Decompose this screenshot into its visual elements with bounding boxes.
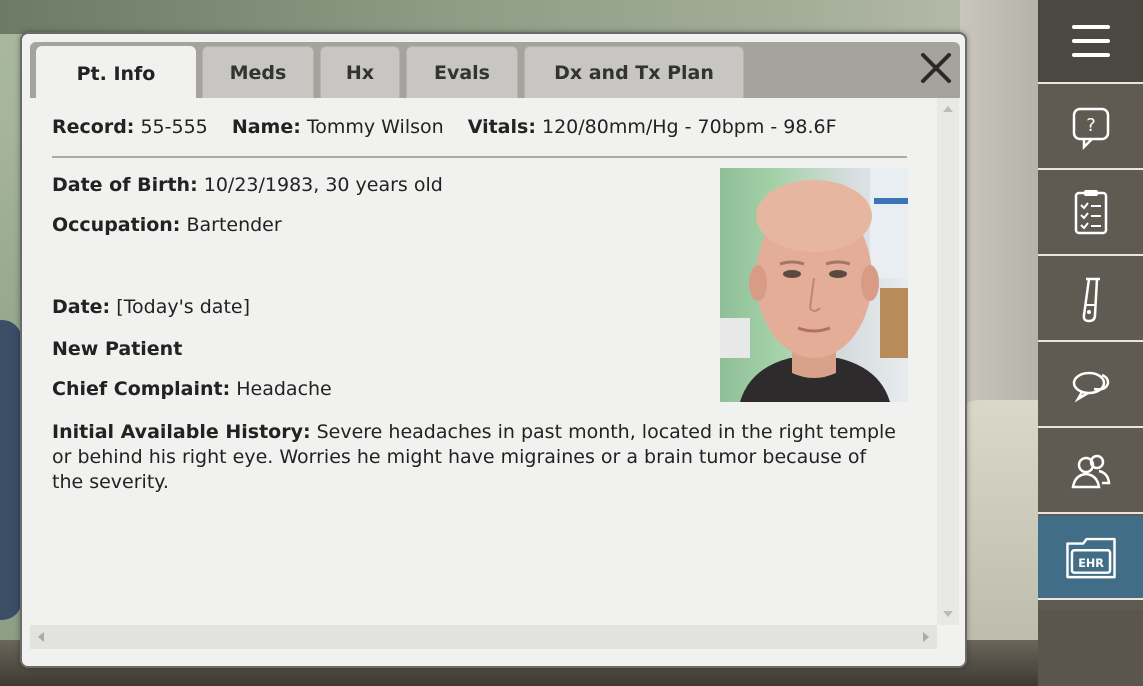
- menu-icon: [1071, 25, 1110, 57]
- test-tube-icon: [1082, 277, 1100, 323]
- date-row: Date: [Today's date]: [52, 296, 250, 318]
- tab-bar: Pt. Info Meds Hx Evals Dx and Tx Plan: [30, 42, 960, 100]
- vitals-label: Vitals:: [467, 116, 536, 138]
- ehr-label: EHR: [1078, 557, 1104, 570]
- record-label: Record:: [52, 116, 135, 138]
- patient-info-panel: Record: 55-555 Name: Tommy Wilson Vitals…: [30, 98, 940, 623]
- background-chair-back: [0, 320, 22, 620]
- vertical-scrollbar[interactable]: [937, 98, 959, 625]
- record-value: 55-555: [140, 116, 208, 138]
- horizontal-scrollbar[interactable]: [30, 625, 937, 649]
- new-patient-label: New Patient: [52, 338, 183, 360]
- chat-icon: [1072, 371, 1109, 403]
- dob-row: Date of Birth: 10/23/1983, 30 years old: [52, 174, 443, 196]
- scroll-right-arrow-icon[interactable]: [923, 632, 929, 642]
- help-icon: ?: [1072, 107, 1109, 151]
- close-icon: [921, 53, 951, 83]
- new-patient-row: New Patient: [52, 338, 182, 360]
- complaint-row: Chief Complaint: Headache: [52, 378, 332, 400]
- checklist-icon: [1074, 190, 1107, 235]
- checklist-button[interactable]: [1038, 172, 1143, 256]
- lab-test-button[interactable]: [1038, 258, 1143, 342]
- people-icon: [1071, 454, 1110, 489]
- history-label: Initial Available History:: [52, 421, 311, 443]
- date-label: Date:: [52, 296, 111, 318]
- complaint-label: Chief Complaint:: [52, 378, 231, 400]
- ehr-button[interactable]: EHR: [1038, 516, 1143, 600]
- close-button[interactable]: [918, 50, 954, 86]
- vitals-value: 120/80mm/Hg - 70bpm - 98.6F: [541, 116, 837, 138]
- name-value: Tommy Wilson: [306, 116, 444, 138]
- dob-label: Date of Birth:: [52, 174, 198, 196]
- help-button[interactable]: ?: [1038, 86, 1143, 170]
- tab-dx-tx-plan[interactable]: Dx and Tx Plan: [524, 46, 744, 98]
- date-value: [Today's date]: [116, 296, 250, 318]
- occupation-label: Occupation:: [52, 214, 181, 236]
- ehr-window: Pt. Info Meds Hx Evals Dx and Tx Plan Re…: [20, 32, 967, 668]
- dob-value: 10/23/1983, 30 years old: [203, 174, 443, 196]
- menu-button[interactable]: [1038, 0, 1143, 84]
- tab-evals[interactable]: Evals: [406, 46, 518, 98]
- tab-pt-info[interactable]: Pt. Info: [36, 46, 196, 100]
- scroll-down-arrow-icon[interactable]: [943, 611, 953, 617]
- scroll-left-arrow-icon[interactable]: [38, 632, 44, 642]
- occupation-row: Occupation: Bartender: [52, 214, 282, 236]
- scroll-up-arrow-icon[interactable]: [943, 106, 953, 112]
- ehr-folder-icon: EHR: [1065, 537, 1116, 579]
- tab-hx[interactable]: Hx: [320, 46, 400, 98]
- tab-meds[interactable]: Meds: [202, 46, 314, 98]
- people-button[interactable]: [1038, 430, 1143, 514]
- divider: [52, 156, 907, 158]
- name-label: Name:: [231, 116, 301, 138]
- record-summary: Record: 55-555 Name: Tommy Wilson Vitals…: [52, 116, 940, 138]
- chat-button[interactable]: [1038, 344, 1143, 428]
- help-icon-label: ?: [1086, 115, 1096, 136]
- history-row: Initial Available History: Severe headac…: [52, 420, 902, 495]
- patient-photo: [720, 168, 908, 402]
- occupation-value: Bartender: [186, 214, 282, 236]
- complaint-value: Headache: [236, 378, 332, 400]
- right-toolbar: ? EHR: [1038, 0, 1143, 686]
- toolbar-bottom: [1038, 610, 1143, 686]
